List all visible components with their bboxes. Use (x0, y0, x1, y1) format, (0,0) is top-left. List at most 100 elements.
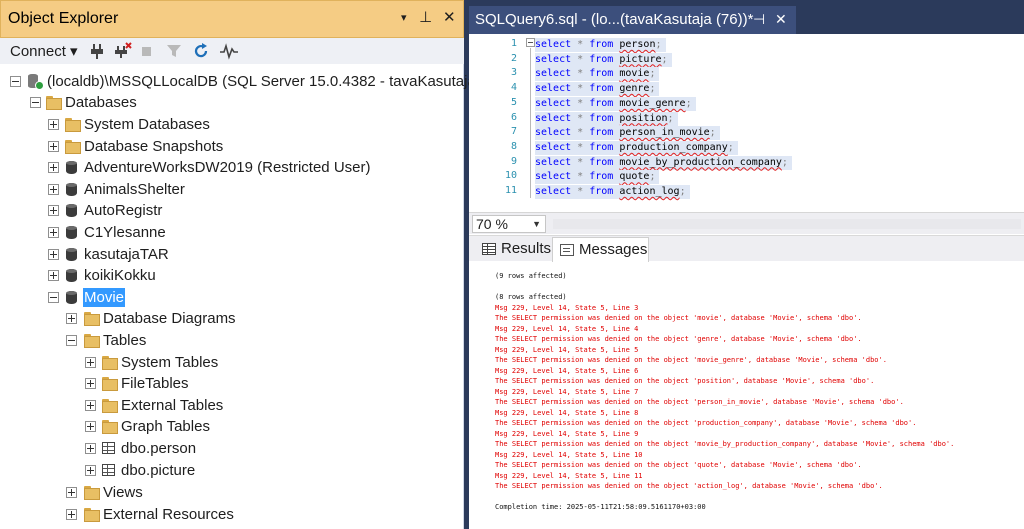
code-line[interactable]: select * from quote; (535, 170, 660, 185)
tree-node-label[interactable]: Graph Tables (121, 417, 210, 436)
pin-icon[interactable]: ⊥ (419, 9, 432, 27)
tree-node-label[interactable]: FileTables (121, 374, 189, 393)
code-line[interactable]: select * from genre; (535, 82, 660, 97)
semicolon: ; (679, 186, 686, 197)
editor-status-bar: 70 % ▼ (469, 212, 1024, 234)
horizontal-scrollbar[interactable] (553, 219, 1021, 229)
keyword-select: select (535, 83, 572, 95)
tree-node-label[interactable]: AdventureWorksDW2019 (Restricted User) (84, 158, 370, 177)
line-number: 1 (510, 38, 517, 49)
code-collapse-icon[interactable] (526, 38, 535, 47)
collapse-icon[interactable] (66, 335, 77, 346)
tree-node-label[interactable]: System Databases (84, 115, 210, 134)
collapse-icon[interactable] (10, 76, 21, 87)
refresh-icon[interactable] (193, 42, 209, 60)
tree-node-label[interactable]: Database Snapshots (84, 137, 223, 156)
expand-icon[interactable] (48, 184, 59, 195)
expand-icon[interactable] (66, 487, 77, 498)
code-line[interactable]: select * from action_log; (535, 185, 690, 199)
code-line[interactable]: select * from person_in_movie; (535, 126, 720, 141)
result-tabs: Results Messages (469, 235, 1024, 262)
tab-results-label[interactable]: Results (501, 240, 551, 257)
close-icon[interactable]: ✕ (775, 11, 787, 28)
activity-monitor-icon[interactable] (219, 42, 239, 60)
messages-icon (560, 244, 574, 256)
collapse-icon[interactable] (48, 292, 59, 303)
expand-icon[interactable] (48, 119, 59, 130)
semicolon: ; (667, 112, 674, 124)
code-line[interactable]: select * from movie_genre; (535, 96, 696, 111)
expand-icon[interactable] (85, 443, 96, 454)
table-identifier: picture (619, 53, 662, 65)
tree-node-label[interactable]: AnimalsShelter (84, 180, 185, 199)
error-message-line: The SELECT permission was denied on the … (495, 335, 862, 343)
tab-sqlquery6[interactable]: SQLQuery6.sql - (lo...(tavaKasutaja (76)… (469, 6, 796, 34)
disconnect-icon[interactable] (114, 42, 132, 60)
close-icon[interactable]: ✕ (443, 9, 456, 27)
code-line[interactable]: select * from position; (535, 111, 678, 126)
code-line[interactable]: select * from movie; (535, 67, 660, 82)
line-number: 9 (510, 155, 517, 167)
expand-icon[interactable] (85, 357, 96, 368)
line-number: 2 (510, 52, 517, 64)
expand-icon[interactable] (48, 205, 59, 216)
code-line[interactable]: select * from production_company; (535, 140, 738, 155)
expand-icon[interactable] (48, 270, 59, 281)
messages-pane[interactable]: (9 rows affected) (8 rows affected) Msg 22… (469, 262, 1024, 529)
chevron-down-icon[interactable]: ▼ (532, 216, 541, 232)
connect-plug-icon[interactable] (90, 42, 104, 60)
database-icon (63, 267, 79, 283)
tab-title[interactable]: SQLQuery6.sql - (lo...(tavaKasutaja (76)… (475, 11, 753, 28)
tree-node-label[interactable]: AutoRegistr (84, 201, 162, 220)
tab-results[interactable]: Results (475, 237, 551, 262)
code-line[interactable]: select * from movie_by_production_compan… (535, 155, 792, 170)
filter-icon[interactable] (166, 42, 182, 60)
query-window: SQLQuery6.sql - (lo...(tavaKasutaja (76)… (469, 0, 1024, 529)
tab-messages-label[interactable]: Messages (579, 241, 647, 258)
folder-icon (101, 375, 118, 391)
table-identifier: movie (619, 68, 650, 80)
expand-icon[interactable] (85, 378, 96, 389)
tab-messages[interactable]: Messages (552, 237, 649, 262)
expand-icon[interactable] (85, 400, 96, 411)
keyword-select: select (535, 97, 572, 109)
keyword-from: from (589, 39, 614, 50)
pin-icon[interactable]: ⊣ (753, 11, 765, 28)
tree-node-label[interactable]: System Tables (121, 353, 218, 372)
expand-icon[interactable] (48, 249, 59, 260)
tree-node-label[interactable]: Databases (65, 93, 137, 112)
expand-icon[interactable] (48, 227, 59, 238)
expand-icon[interactable] (66, 509, 77, 520)
tree-node-label[interactable]: External Resources (103, 505, 234, 524)
tree-node-label[interactable]: (localdb)\MSSQLLocalDB (SQL Server 15.0.… (47, 72, 481, 91)
expand-icon[interactable] (85, 465, 96, 476)
error-message-line: Msg 229, Level 14, State 5, Line 9 (495, 429, 639, 438)
connect-button[interactable]: Connect ▾ (10, 42, 78, 60)
tree-node-label[interactable]: Views (103, 483, 143, 502)
tree-node-label[interactable]: dbo.picture (121, 461, 195, 480)
tree-node-label[interactable]: Tables (103, 331, 146, 350)
tree-node-label[interactable]: Database Diagrams (103, 309, 236, 328)
expand-icon[interactable] (66, 313, 77, 324)
code-line[interactable]: select * from picture; (535, 52, 672, 67)
expand-icon[interactable] (48, 141, 59, 152)
tree-node-label[interactable]: External Tables (121, 396, 223, 415)
dropdown-icon[interactable]: ▾ (401, 9, 407, 27)
tree-node-label[interactable]: koikiKokku (84, 266, 156, 285)
sql-editor[interactable]: 1 select * from person; 2 select * from pic… (469, 34, 1024, 212)
expand-icon[interactable] (85, 421, 96, 432)
stop-icon[interactable] (141, 42, 153, 60)
error-message-line: The SELECT permission was denied on the … (495, 461, 862, 469)
zoom-select[interactable]: 70 % ▼ (472, 215, 546, 233)
tree-node-label-selected[interactable]: Movie (83, 288, 126, 307)
star-operator: * (577, 97, 584, 109)
tree-node-label[interactable]: C1Ylesanne (84, 223, 166, 242)
folder-icon (83, 484, 100, 500)
tree-node-label[interactable]: dbo.person (121, 439, 196, 458)
tree-node-label[interactable]: kasutajaTAR (84, 245, 169, 264)
code-line[interactable]: select * from person; (535, 38, 666, 52)
line-number: 11 (505, 185, 518, 196)
expand-icon[interactable] (48, 162, 59, 173)
line-number: 3 (510, 67, 517, 79)
collapse-icon[interactable] (30, 97, 41, 108)
